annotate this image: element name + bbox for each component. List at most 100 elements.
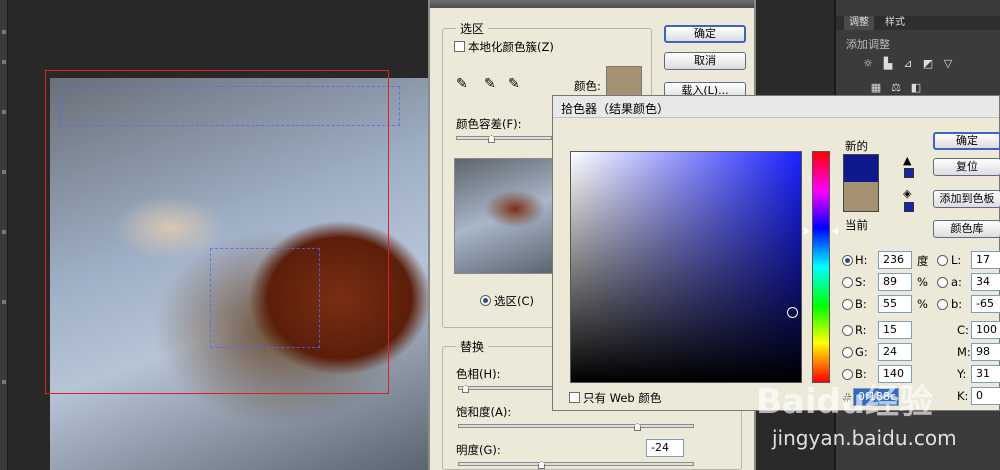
- b-input[interactable]: 55: [878, 295, 912, 313]
- baidu-watermark-url: jingyan.baidu.com: [772, 426, 957, 450]
- web-only-checkbox[interactable]: [569, 392, 580, 403]
- out-of-gamut-icon[interactable]: ▲: [903, 154, 911, 167]
- current-color-swatch[interactable]: [843, 182, 879, 212]
- tolerance-label: 颜色容差(F):: [456, 117, 522, 131]
- adjustments-title: 添加调整: [846, 38, 890, 51]
- web-safe-swatch[interactable]: [904, 202, 914, 212]
- hue-arrow-right-icon[interactable]: [832, 227, 838, 235]
- gamut-swatch[interactable]: [904, 168, 914, 178]
- g-label: G:: [855, 345, 868, 359]
- exposure-icon[interactable]: ◩: [922, 58, 934, 70]
- tool-icon[interactable]: [2, 300, 6, 304]
- tolerance-slider[interactable]: [456, 136, 552, 140]
- s-input[interactable]: 89: [878, 273, 912, 291]
- lab-b-radio[interactable]: [937, 299, 948, 310]
- k-input[interactable]: 0: [971, 387, 1000, 405]
- ok-button[interactable]: 确定: [933, 132, 1000, 150]
- tools-panel: [0, 0, 8, 470]
- hue-arrow-left-icon[interactable]: [804, 227, 810, 235]
- color-field-cursor[interactable]: [787, 307, 798, 318]
- tab-adjustments[interactable]: 调整: [844, 16, 874, 30]
- hue-label: 色相(H):: [456, 367, 501, 381]
- localized-clusters-label: 本地化颜色簇(Z): [468, 40, 554, 54]
- l-label: L:: [951, 253, 962, 267]
- y-input[interactable]: 31: [971, 365, 1000, 383]
- reset-button[interactable]: 复位: [933, 158, 1000, 176]
- h-label: H:: [855, 253, 868, 267]
- a-label: a:: [951, 275, 962, 289]
- levels-icon[interactable]: ▙: [882, 58, 894, 70]
- dialog-titlebar[interactable]: 拾色器（结果颜色）: [553, 96, 999, 118]
- lab-b-input[interactable]: -65: [971, 295, 1000, 313]
- bw-icon[interactable]: ◧: [910, 82, 922, 94]
- c-input[interactable]: 100: [971, 321, 1000, 339]
- g-input[interactable]: 24: [878, 343, 912, 361]
- s-label: S:: [855, 275, 867, 289]
- tool-icon[interactable]: [2, 60, 6, 64]
- c-label: C:: [957, 323, 969, 337]
- localized-clusters-checkbox[interactable]: [454, 41, 465, 52]
- cancel-button[interactable]: 取消: [664, 52, 746, 70]
- ok-button[interactable]: 确定: [664, 25, 746, 43]
- a-radio[interactable]: [937, 277, 948, 288]
- hue-slider[interactable]: [812, 151, 830, 383]
- lightness-slider[interactable]: [458, 462, 694, 466]
- m-label: M:: [957, 345, 971, 359]
- b-label: B:: [855, 297, 867, 311]
- r-radio[interactable]: [842, 325, 853, 336]
- h-input[interactable]: 236: [878, 251, 912, 269]
- saturation-slider[interactable]: [458, 424, 694, 428]
- saturation-label: 饱和度(A):: [456, 405, 512, 419]
- lightness-label: 明度(G):: [456, 443, 501, 457]
- r-input[interactable]: 15: [878, 321, 912, 339]
- adjust-icon[interactable]: ▽: [942, 58, 954, 70]
- color-field[interactable]: [570, 151, 802, 383]
- balance-icon[interactable]: ⚖: [890, 82, 902, 94]
- color-label: 颜色:: [574, 79, 601, 93]
- current-label: 当前: [845, 218, 868, 232]
- selection-radio[interactable]: [480, 295, 491, 306]
- baidu-watermark-logo: Baidu经验: [756, 382, 934, 422]
- curves-icon[interactable]: ⊿: [902, 58, 914, 70]
- color-libraries-button[interactable]: 颜色库: [933, 220, 1000, 238]
- replace-group-label: 替换: [456, 338, 489, 355]
- m-input[interactable]: 98: [971, 343, 1000, 361]
- g-radio[interactable]: [842, 347, 853, 358]
- tool-icon[interactable]: [2, 380, 6, 384]
- brightness-icon[interactable]: ☼: [862, 58, 874, 70]
- eyedropper-minus-icon[interactable]: ✎: [508, 76, 520, 92]
- s-radio[interactable]: [842, 277, 853, 288]
- h-radio[interactable]: [842, 255, 853, 266]
- selection-rectangle: [45, 70, 389, 394]
- color-picker-dialog: 拾色器（结果颜色） 新的 当前 ▲ ◈ 确定 复位 添加到色板 颜色库 H: 2…: [552, 95, 1000, 411]
- new-label: 新的: [845, 139, 868, 153]
- web-safe-icon[interactable]: ◈: [903, 187, 911, 200]
- add-to-swatches-button[interactable]: 添加到色板: [933, 190, 1000, 208]
- s-unit: %: [917, 275, 928, 289]
- eyedropper-plus-icon[interactable]: ✎: [484, 76, 496, 92]
- hue-slider[interactable]: [458, 386, 558, 390]
- tool-icon[interactable]: [2, 230, 6, 234]
- h-unit: 度: [917, 254, 929, 268]
- selection-radio-label: 选区(C): [494, 294, 535, 308]
- l-input[interactable]: 17: [971, 251, 1000, 269]
- tool-icon[interactable]: [2, 110, 6, 114]
- lightness-input[interactable]: -24: [646, 439, 684, 457]
- dialog-titlebar[interactable]: [430, 0, 754, 8]
- eyedropper-icon[interactable]: ✎: [456, 76, 468, 92]
- k-label: K:: [957, 389, 969, 403]
- tool-icon[interactable]: [2, 170, 6, 174]
- r-label: R:: [855, 323, 867, 337]
- selection-group-label: 选区: [456, 20, 489, 37]
- new-color-swatch: [843, 154, 879, 182]
- b-radio[interactable]: [842, 299, 853, 310]
- a-input[interactable]: 34: [971, 273, 1000, 291]
- tool-icon[interactable]: [2, 30, 6, 34]
- selection-preview: [454, 158, 554, 274]
- color-balance-icon[interactable]: ▦: [870, 82, 882, 94]
- web-only-label: 只有 Web 颜色: [583, 391, 662, 405]
- b-unit: %: [917, 297, 928, 311]
- l-radio[interactable]: [937, 255, 948, 266]
- tab-styles[interactable]: 样式: [880, 16, 910, 30]
- dialog-title: 拾色器（结果颜色）: [561, 102, 670, 116]
